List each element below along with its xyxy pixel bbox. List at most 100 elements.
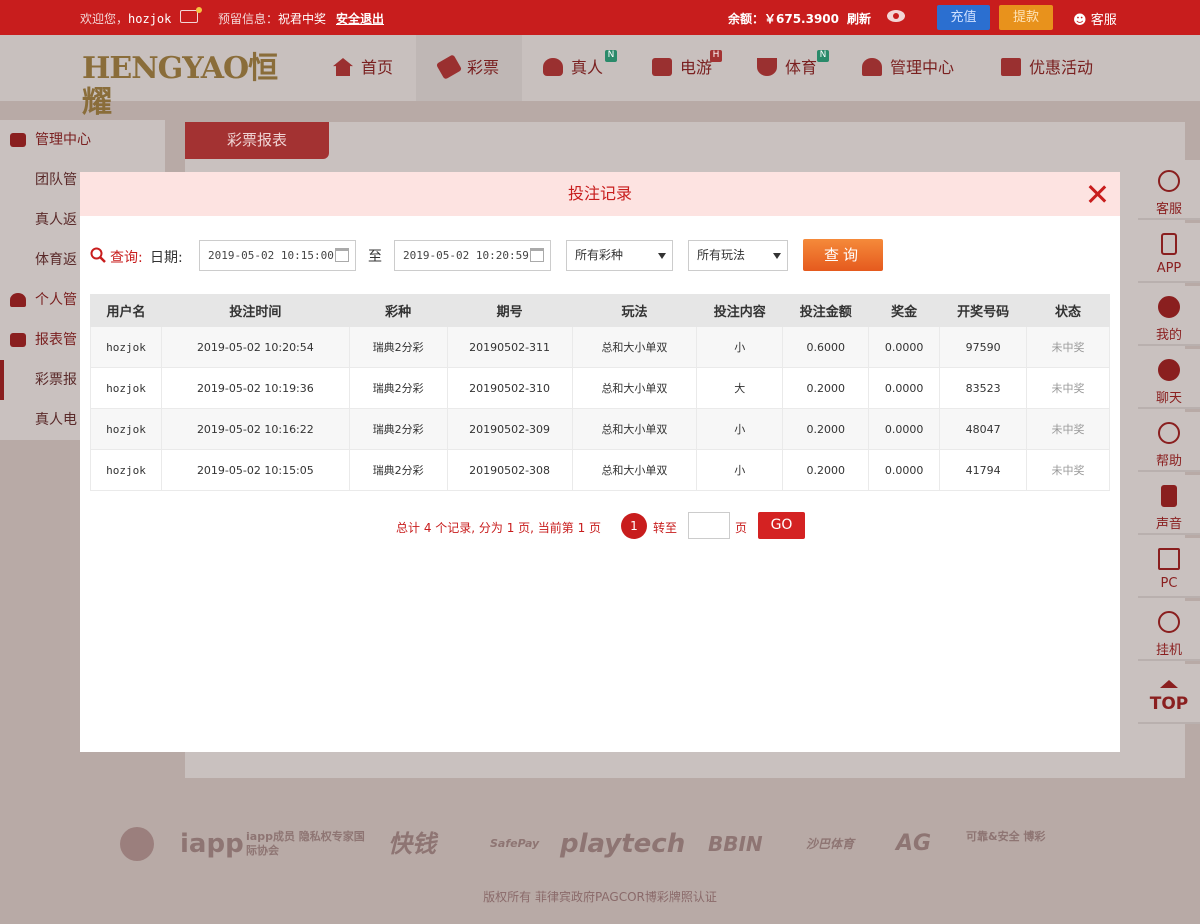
help-icon: [1158, 422, 1180, 444]
cell-play: 总和大小单双: [571, 449, 698, 491]
cell-content: 小: [696, 449, 784, 491]
end-date-input[interactable]: 2019-05-02 10:20:59: [394, 240, 551, 271]
nav-home[interactable]: 首页: [331, 35, 395, 101]
col-play: 玩法: [571, 294, 698, 327]
table-row: hozjok 2019-05-02 10:15:05 瑞典2分彩 2019050…: [90, 449, 1110, 491]
col-username: 用户名: [90, 294, 162, 327]
trophy-icon: [757, 58, 777, 76]
footer: iapp iapp成员 隐私权专家国际协会 快钱 SafePay playtec…: [0, 800, 1200, 924]
cell-bet-time: 2019-05-02 10:16:22: [160, 408, 350, 450]
nav-live[interactable]: 真人: [543, 35, 603, 101]
cell-draw-number: 48047: [939, 408, 1028, 450]
cell-amount: 0.2000: [782, 408, 870, 450]
float-help[interactable]: 帮助: [1138, 412, 1200, 472]
chevron-down-icon: [658, 253, 666, 259]
refresh-link[interactable]: 刷新: [847, 10, 871, 27]
tab-lottery-report[interactable]: 彩票报表: [185, 122, 329, 159]
go-button[interactable]: GO: [758, 512, 805, 539]
float-app[interactable]: APP: [1138, 223, 1200, 283]
pagcor-logo: [120, 827, 154, 861]
nav-slots[interactable]: 电游: [652, 35, 712, 101]
nav-sports[interactable]: 体育: [757, 35, 817, 101]
monitor-icon: [1158, 548, 1180, 570]
cell-bet-time: 2019-05-02 10:15:05: [160, 449, 350, 491]
query-label: 查询:: [110, 250, 143, 266]
site-logo[interactable]: HENGYAO恒耀: [82, 52, 288, 120]
sidebar-management[interactable]: 管理中心: [0, 120, 165, 160]
start-date-input[interactable]: 2019-05-02 10:15:00: [199, 240, 356, 271]
bbin-logo: BBIN: [708, 832, 763, 856]
float-sound[interactable]: 声音: [1138, 475, 1200, 535]
badge-new: N: [817, 50, 829, 62]
col-content: 投注内容: [696, 294, 784, 327]
to-label: 至: [368, 249, 382, 265]
pagination: 总计 4 个记录, 分为 1 页, 当前第 1 页 1 转至 页 GO: [80, 512, 1120, 540]
date-label: 日期:: [150, 250, 183, 266]
lottery-type-select[interactable]: 所有彩种: [566, 240, 673, 271]
cell-draw-number: 97590: [939, 326, 1028, 368]
report-icon: [10, 333, 26, 347]
float-mine[interactable]: 我的: [1138, 286, 1200, 346]
float-chat[interactable]: 聊天: [1138, 349, 1200, 409]
speaker-icon: [1161, 485, 1177, 507]
cell-bet-time: 2019-05-02 10:19:36: [160, 367, 350, 409]
cell-status: 未中奖: [1026, 367, 1110, 409]
table-row: hozjok 2019-05-02 10:16:22 瑞典2分彩 2019050…: [90, 408, 1110, 450]
chevron-down-icon: [773, 253, 781, 259]
nav-lottery[interactable]: 彩票: [416, 35, 522, 101]
col-lottery: 彩种: [348, 294, 448, 327]
cell-prize: 0.0000: [868, 408, 941, 450]
cell-play: 总和大小单双: [571, 367, 698, 409]
nav-management[interactable]: 管理中心: [862, 35, 954, 101]
col-status: 状态: [1026, 294, 1110, 327]
cell-issue: 20190502-311: [446, 326, 573, 368]
reserved-message: 预留信息：祝君中奖: [218, 12, 327, 26]
float-idle[interactable]: 挂机: [1138, 601, 1200, 661]
cell-amount: 0.2000: [782, 449, 870, 491]
safepay-logo: SafePay: [490, 837, 540, 850]
col-prize: 奖金: [868, 294, 941, 327]
query-button[interactable]: 查询: [803, 239, 883, 271]
ag-logo: AG: [896, 831, 932, 856]
current-page-button[interactable]: 1: [621, 513, 647, 539]
phone-icon: [1161, 233, 1177, 255]
nav-promotions[interactable]: 优惠活动: [1001, 35, 1093, 101]
cell-content: 小: [696, 408, 784, 450]
calendar-icon[interactable]: [530, 248, 544, 262]
cell-play: 总和大小单双: [571, 326, 698, 368]
mail-icon[interactable]: [180, 7, 202, 23]
dealer-icon: [543, 58, 563, 76]
logout-link[interactable]: 安全退出: [336, 10, 384, 27]
safe-gaming-logo: 可靠&安全 博彩: [966, 830, 1046, 843]
cell-issue: 20190502-310: [446, 367, 573, 409]
users-icon: [862, 58, 882, 76]
calendar-icon[interactable]: [335, 248, 349, 262]
gift-icon: [1001, 58, 1021, 76]
eye-icon[interactable]: [887, 10, 905, 22]
cell-content: 小: [696, 326, 784, 368]
back-to-top-button[interactable]: TOP: [1138, 664, 1200, 724]
close-icon[interactable]: [1088, 185, 1106, 203]
recharge-button[interactable]: 充值: [937, 5, 990, 30]
col-draw-number: 开奖号码: [939, 294, 1028, 327]
user-icon: [10, 293, 26, 307]
user-icon: [1158, 296, 1180, 318]
withdraw-button[interactable]: 提款: [999, 5, 1053, 30]
welcome-text: 欢迎您，hozjok: [80, 12, 172, 26]
badge-new: N: [605, 50, 617, 62]
page-number-input[interactable]: [688, 512, 730, 539]
goto-label: 转至: [653, 521, 678, 535]
balance-text: 余额：￥675.3900: [728, 12, 840, 26]
cell-status: 未中奖: [1026, 408, 1110, 450]
float-customer-service[interactable]: 客服: [1138, 160, 1200, 220]
cell-username: hozjok: [90, 408, 162, 450]
col-issue: 期号: [446, 294, 573, 327]
cell-username: hozjok: [90, 449, 162, 491]
play-type-select[interactable]: 所有玩法: [688, 240, 788, 271]
table-header-row: 用户名 投注时间 彩种 期号 玩法 投注内容 投注金额 奖金 开奖号码 状态: [90, 294, 1110, 327]
customer-service-link[interactable]: ☻ 客服: [1073, 9, 1117, 28]
slot-machine-icon: [652, 58, 672, 76]
cell-issue: 20190502-309: [446, 408, 573, 450]
iapp-member-text: iapp成员 隐私权专家国际协会: [246, 830, 365, 857]
float-pc[interactable]: PC: [1138, 538, 1200, 598]
